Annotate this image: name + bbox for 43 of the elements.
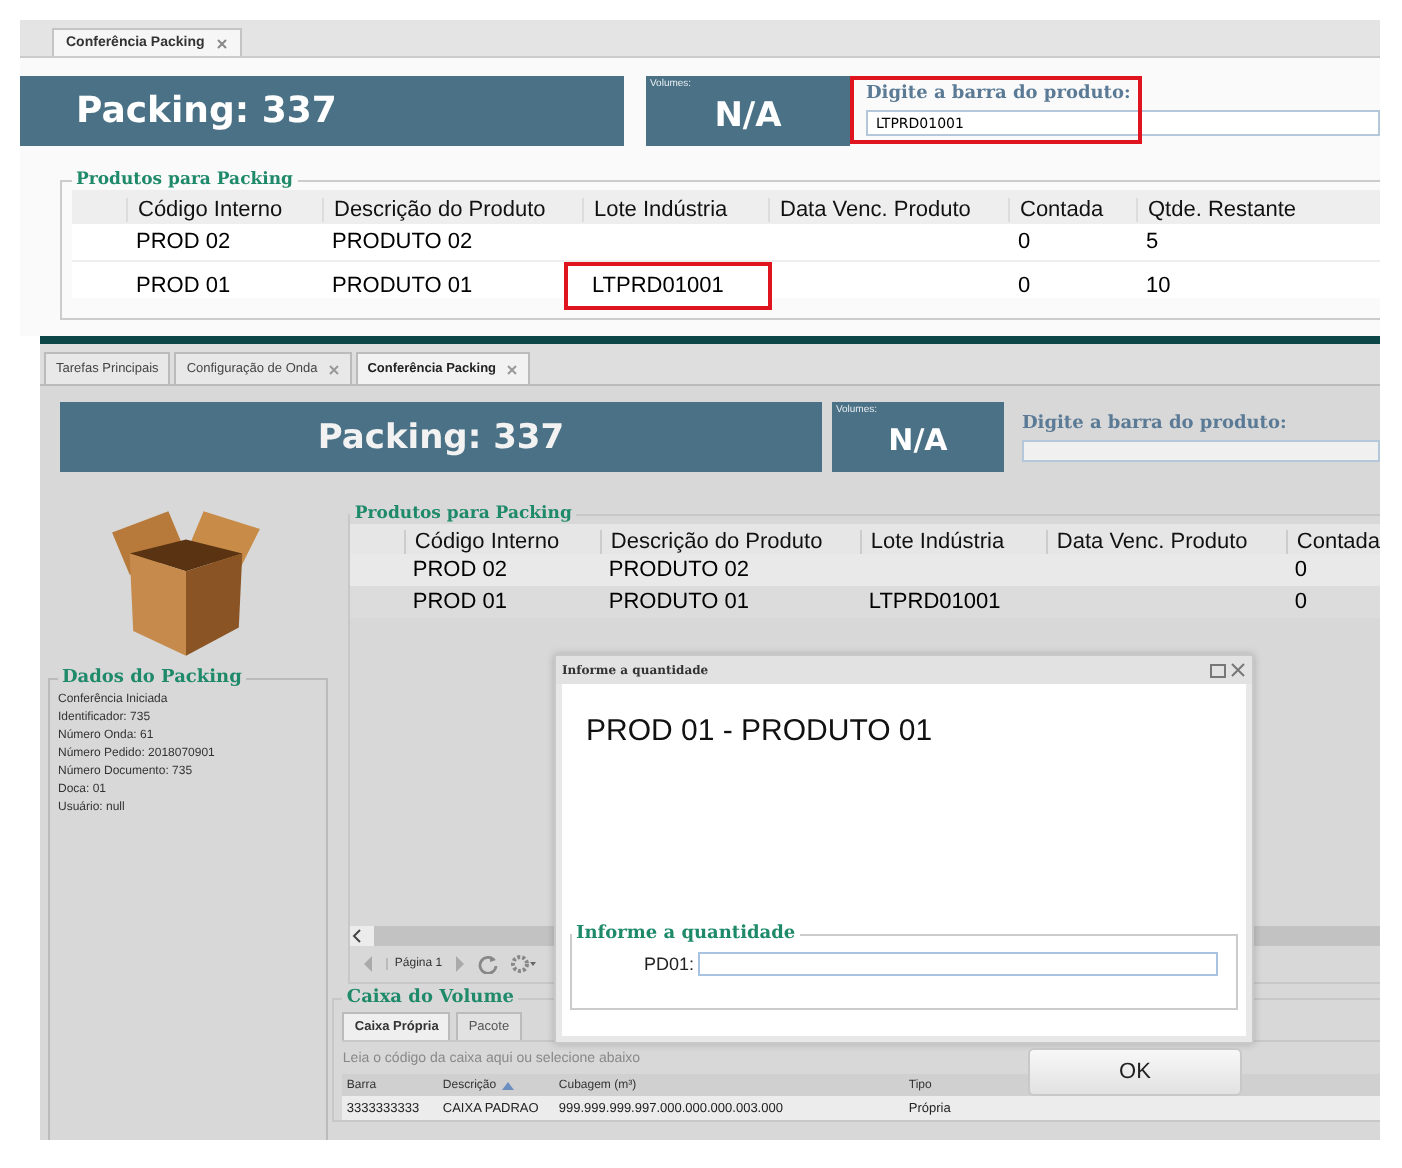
table-cell-text: PROD 01 [410,590,509,614]
panel-legend: Informe a quantidade [572,924,800,944]
panel-legend: Dados do Packing [58,668,246,688]
table-cell-text: LTPRD01001 [866,590,1003,614]
panel-legend: Produtos para Packing [350,504,576,524]
table-cell-text: 0 [1292,558,1310,582]
close-icon[interactable] [1230,662,1246,678]
table-cell-text: PROD 02 [410,558,509,582]
packing-title: Packing: 337 [317,417,565,457]
barcode-field[interactable] [1022,440,1380,462]
barcode-label: Digite a barra do produto: [1022,414,1289,434]
ok-button[interactable]: OK [1028,1048,1242,1096]
field-label: PD01: [644,954,695,974]
previous-page-icon[interactable] [362,956,375,972]
packing-title: Packing: 337 [76,90,337,132]
table-cell-text: PRODUTO 02 [330,228,475,258]
volumes-value: N/A [888,422,948,458]
table-cell-text: 5 [1144,228,1161,258]
table-cell-text: PROD 02 [134,228,233,258]
close-icon[interactable] [216,37,229,49]
table-cell-text: 0 [1292,590,1310,614]
quantity-field[interactable] [698,952,1219,976]
close-icon[interactable] [506,363,519,375]
gear-icon[interactable] [510,954,539,974]
scroll-left-icon[interactable] [352,928,365,944]
table-cell-text: PROD 01 [134,272,233,302]
table-cell-text: 0 [1016,228,1033,258]
sort-icon [502,1081,515,1089]
close-icon[interactable] [327,363,340,375]
refresh-icon[interactable] [478,954,499,974]
table-cell-text: PRODUTO 01 [330,272,475,302]
volumes-value: N/A [714,95,782,135]
product-heading: PROD 01 - PRODUTO 01 [584,712,935,748]
table-cell-text: 10 [1144,272,1173,302]
table-cell: LTPRD01001 [564,262,772,310]
panel-legend: Produtos para Packing [72,170,297,190]
panel-legend: Caixa do Volume [342,988,518,1008]
barcode-label: Digite a barra do produto: [866,84,1133,104]
table-cell-text: PRODUTO 02 [606,558,751,582]
table-cell-text: 0 [1016,272,1033,302]
table-cell-text: PRODUTO 01 [606,590,751,614]
maximize-icon[interactable] [1210,662,1226,678]
next-page-icon[interactable] [454,956,467,972]
